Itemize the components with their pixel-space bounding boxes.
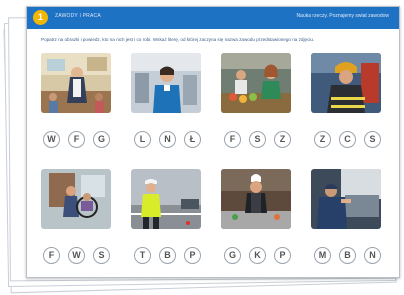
letter-option[interactable]: F [224,131,241,148]
worksheet-subtitle: Nauka rzeczy. Poznajemy swiat zawodow [296,13,389,19]
letter-option[interactable]: S [93,247,110,264]
letter-choices-5: F W S [43,247,123,265]
letter-option[interactable]: P [274,247,291,264]
letter-option[interactable]: N [159,131,176,148]
letter-option[interactable]: F [68,131,85,148]
letter-option[interactable]: Ł [184,131,201,148]
letter-option[interactable]: T [134,247,151,264]
letter-option[interactable]: P [184,247,201,264]
worksheet-header: 1 ZAWODY I PRACA Nauka rzeczy. Poznajemy… [27,7,399,29]
letter-choices-8: M B N [314,247,394,265]
letter-option[interactable]: Z [314,131,331,148]
letter-choices-1: W F G [43,131,123,149]
letter-option[interactable]: K [249,247,266,264]
photo-flight-attendant [131,53,201,113]
letter-option[interactable]: N [364,247,381,264]
letter-option[interactable]: G [224,247,241,264]
letter-option[interactable]: M [314,247,331,264]
letter-option[interactable]: B [339,247,356,264]
exercise-instruction: Popatrz na obrazki i powiedz, kto na nic… [41,37,315,42]
letter-option[interactable]: Z [274,131,291,148]
letter-option[interactable]: W [43,131,60,148]
letter-option[interactable]: B [159,247,176,264]
photo-firefighter [311,53,381,113]
worksheet-page: 1 ZAWODY I PRACA Nauka rzeczy. Poznajemy… [26,6,400,278]
worksheet-title: ZAWODY I PRACA [55,13,101,19]
letter-choices-3: F S Z [224,131,304,149]
letter-option[interactable]: C [339,131,356,148]
photo-teacher [41,53,111,113]
exercise-number-badge: 1 [33,10,48,25]
letter-option[interactable]: W [68,247,85,264]
letter-choices-4: Z C S [314,131,394,149]
photo-police-officer [131,169,201,229]
letter-option[interactable]: S [249,131,266,148]
photo-nurse [41,169,111,229]
photo-shop-assistant [221,53,291,113]
letter-option[interactable]: F [43,247,60,264]
photo-cook [221,169,291,229]
letter-option[interactable]: S [364,131,381,148]
letter-choices-2: L N Ł [134,131,214,149]
letter-option[interactable]: G [93,131,110,148]
letter-choices-6: T B P [134,247,214,265]
letter-option[interactable]: L [134,131,151,148]
photo-mechanic [311,169,381,229]
letter-choices-7: G K P [224,247,304,265]
